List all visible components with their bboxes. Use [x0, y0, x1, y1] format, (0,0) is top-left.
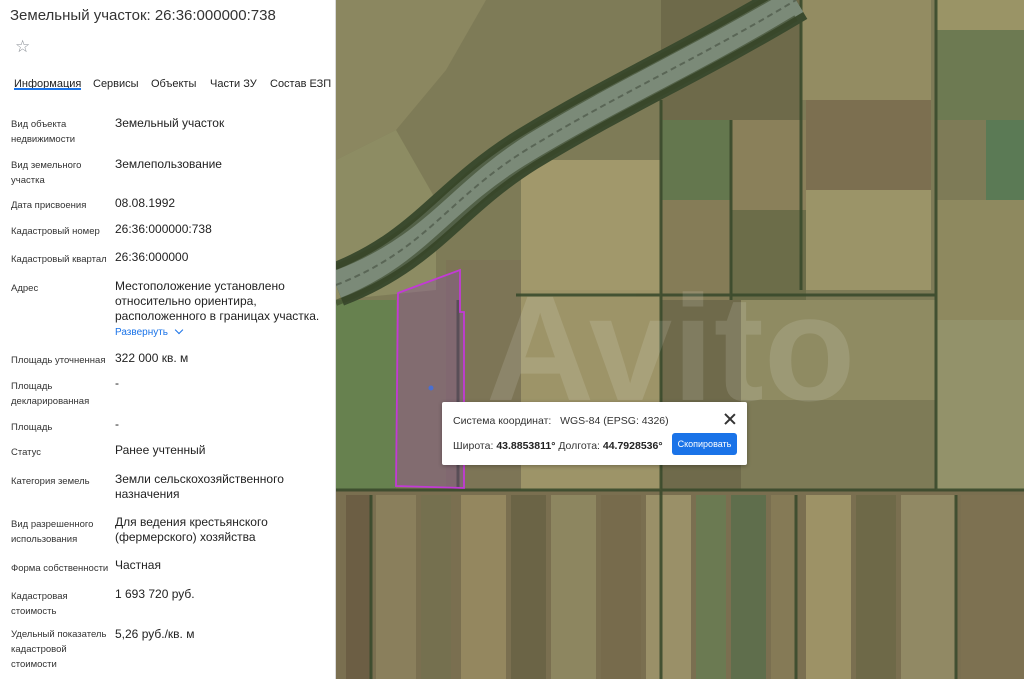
tab-information[interactable]: Информация — [14, 68, 82, 90]
field-value: 1 693 720 руб. — [115, 587, 195, 601]
field-label: Кадастровая стоимость — [11, 591, 68, 617]
field-label: Вид разрешенного использования — [11, 519, 94, 545]
field-label: Площадь уточненная — [11, 355, 106, 366]
page-title: Земельный участок: 26:36:000000:738 — [10, 7, 276, 24]
field-value: Для ведения крестьянского (фермерского) … — [115, 515, 268, 544]
tab-ezp-composition[interactable]: Состав ЕЗП — [270, 68, 331, 90]
field-label: Форма собственности — [11, 563, 109, 574]
field-value: 26:36:000000 — [115, 250, 189, 264]
field-label: Вид объекта недвижимости — [11, 119, 76, 145]
field-label: Площадь декларированная — [11, 381, 90, 407]
coordinates-line: Широта: 43.8853811° Долгота: 44.7928536° — [453, 440, 663, 452]
field-label: Адрес — [11, 283, 39, 294]
expand-link[interactable]: Развернуть — [115, 325, 184, 338]
coordinate-system-line: Система координат: WGS-84 (EPSG: 4326) — [453, 415, 669, 427]
field-label: Кадастровый квартал — [11, 254, 107, 265]
copy-button[interactable]: Скопировать — [672, 433, 737, 455]
latitude-value: 43.8853811° — [496, 440, 556, 452]
tab-bar: Информация Сервисы Объекты Части ЗУ Сост… — [0, 68, 335, 98]
satellite-map[interactable]: Avito — [336, 0, 1024, 679]
info-panel: Земельный участок: 26:36:000000:738 ☆ Ин… — [0, 0, 336, 679]
close-icon[interactable] — [724, 413, 736, 425]
field-label: Категория земель — [11, 476, 90, 487]
star-icon[interactable]: ☆ — [15, 38, 33, 56]
field-value: Частная — [115, 558, 161, 572]
field-label: Кадастровый номер — [11, 226, 100, 237]
field-value: 26:36:000000:738 — [115, 222, 212, 236]
expand-label: Развернуть — [115, 327, 169, 338]
field-value: Земельный участок — [115, 116, 225, 130]
tab-services[interactable]: Сервисы — [93, 68, 139, 90]
tab-objects[interactable]: Объекты — [151, 68, 196, 90]
chevron-down-icon — [174, 325, 184, 335]
field-value: 08.08.1992 — [115, 196, 176, 210]
field-value: - — [115, 417, 119, 431]
map-canvas: Avito — [336, 0, 1024, 679]
field-label: Площадь — [11, 422, 53, 433]
tab-parcel-parts[interactable]: Части ЗУ — [210, 68, 257, 90]
field-value: 5,26 руб./кв. м — [115, 627, 195, 641]
field-value: Местоположение установлено относительно … — [115, 279, 320, 323]
field-label: Удельный показатель кадастровой стоимост… — [11, 629, 107, 670]
field-label: Дата присвоения — [11, 200, 87, 211]
coordinate-system-label: Система координат: — [453, 415, 552, 427]
longitude-label: Долгота: — [558, 440, 600, 452]
field-value: 322 000 кв. м — [115, 351, 189, 365]
longitude-value: 44.7928536° — [602, 440, 663, 452]
field-value: - — [115, 376, 119, 390]
field-label: Вид земельного участка — [11, 160, 82, 186]
field-value: Ранее учтенный — [115, 443, 206, 457]
field-label: Статус — [11, 447, 42, 458]
coordinate-system-value: WGS-84 (EPSG: 4326) — [560, 415, 669, 427]
coordinates-popup: Система координат: WGS-84 (EPSG: 4326) Ш… — [442, 402, 747, 465]
latitude-label: Широта: — [453, 440, 494, 452]
field-value: Земли сельскохозяйственного назначения — [115, 472, 284, 501]
field-value: Землепользование — [115, 157, 222, 171]
